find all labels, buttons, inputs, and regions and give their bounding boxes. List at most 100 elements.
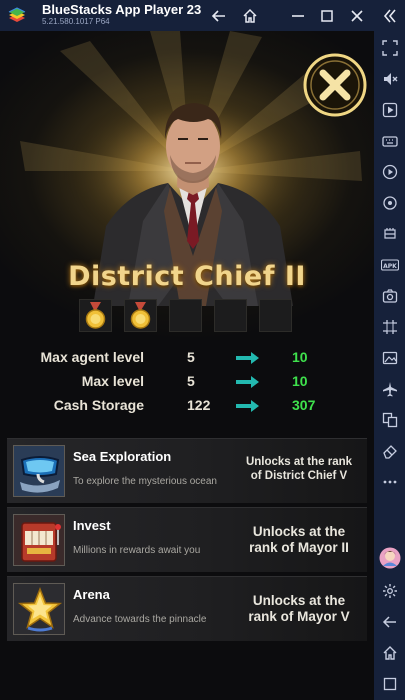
- gold-medal-icon: [85, 302, 106, 329]
- sidebar-home-button[interactable]: [378, 641, 401, 664]
- media-button[interactable]: [378, 98, 401, 121]
- fullscreen-icon: [381, 39, 398, 56]
- feature-unlock-requirement: Unlocks at the rank of Mayor II: [235, 524, 363, 556]
- stat-row: Max level 5 10: [0, 373, 374, 395]
- gear-icon: [382, 583, 397, 598]
- back-arrow-icon: [382, 615, 396, 628]
- stat-next-value: 10: [292, 373, 308, 389]
- feature-description: Advance towards the pinnacle: [73, 614, 207, 625]
- home-icon: [383, 645, 396, 660]
- sidebar-back-button[interactable]: [378, 610, 401, 633]
- rotate-button[interactable]: [378, 191, 401, 214]
- stat-next-value: 10: [292, 349, 308, 365]
- home-button[interactable]: [238, 4, 262, 28]
- eco-mode-button[interactable]: [378, 439, 401, 462]
- stat-current-value: 122: [187, 397, 211, 413]
- unlock-line: Unlocks at the rank: [245, 456, 353, 468]
- game-controls-button[interactable]: [378, 222, 401, 245]
- gold-medal-icon: [130, 302, 151, 329]
- stat-label: Max level: [81, 373, 144, 389]
- feature-card-sea-exploration[interactable]: Sea Exploration To explore the mysteriou…: [7, 438, 367, 503]
- profile-avatar-button[interactable]: [378, 546, 401, 569]
- crop-icon: [382, 319, 397, 334]
- unlock-line: rank of Mayor V: [248, 609, 350, 625]
- rotate-icon: [382, 195, 397, 210]
- close-window-button[interactable]: [345, 4, 369, 28]
- gamepad-icon: [383, 227, 396, 239]
- keyboard-icon: [381, 135, 398, 147]
- medal-slot-1: [79, 299, 112, 332]
- multi-window-icon: [382, 412, 397, 427]
- right-arrow-icon: [236, 352, 259, 364]
- unlock-line: rank of Mayor II: [249, 540, 349, 556]
- back-arrow-icon: [211, 10, 225, 22]
- unlock-line: Unlocks at the: [252, 593, 346, 608]
- image-icon: [382, 351, 397, 364]
- multi-instance-button[interactable]: [378, 408, 401, 431]
- volume-button[interactable]: [378, 67, 401, 90]
- crop-button[interactable]: [378, 315, 401, 338]
- more-dots-icon: [383, 480, 396, 483]
- stat-current-value: 5: [187, 349, 195, 365]
- feature-card-arena[interactable]: Arena Advance towards the pinnacle Unloc…: [7, 576, 367, 641]
- slot-machine-icon: [13, 514, 65, 566]
- diving-mask-icon: [13, 445, 65, 497]
- macro-button[interactable]: [378, 160, 401, 183]
- camera-icon: [382, 288, 397, 303]
- airplane-icon: [382, 381, 397, 396]
- stat-row: Max agent level 5 10: [0, 349, 374, 371]
- bluestacks-sidebar: APK: [374, 31, 405, 700]
- home-icon: [243, 8, 257, 23]
- minimize-button[interactable]: [286, 4, 310, 28]
- minimize-icon: [292, 15, 304, 17]
- medal-slot-2: [124, 299, 157, 332]
- avatar-icon: [379, 547, 400, 568]
- back-button[interactable]: [207, 4, 231, 28]
- more-options-button[interactable]: [378, 470, 401, 493]
- stat-next-value: 307: [292, 397, 316, 413]
- maximize-icon: [321, 10, 333, 22]
- airplane-mode-button[interactable]: [378, 377, 401, 400]
- play-store-icon: [382, 102, 397, 117]
- bluestacks-logo-icon: [8, 7, 26, 22]
- medal-slot-3: [169, 299, 202, 332]
- settings-button[interactable]: [378, 579, 401, 602]
- stat-label: Max agent level: [40, 349, 145, 365]
- svg-text:APK: APK: [383, 263, 397, 270]
- close-icon: [351, 10, 363, 22]
- apk-icon: APK: [380, 258, 399, 271]
- feature-unlock-requirement: Unlocks at the rank of District Chief V: [235, 456, 363, 484]
- fullscreen-button[interactable]: [378, 36, 401, 59]
- app-title: BlueStacks App Player 23: [42, 2, 202, 17]
- mute-icon: [383, 72, 397, 85]
- unlock-line: of District Chief V: [250, 469, 348, 482]
- record-icon: [382, 164, 397, 179]
- right-arrow-icon: [236, 400, 259, 412]
- unlock-line: Unlocks at the: [252, 524, 346, 539]
- feature-title: Invest: [73, 518, 111, 533]
- rank-upgrade-screen: District Chief II Max agent level 5 10 M…: [0, 31, 374, 700]
- maximize-button[interactable]: [315, 4, 339, 28]
- medal-slot-4: [214, 299, 247, 332]
- feature-title: Sea Exploration: [73, 449, 172, 464]
- gold-star-icon: [13, 583, 65, 635]
- keyboard-button[interactable]: [378, 129, 401, 152]
- apk-button[interactable]: APK: [378, 253, 401, 276]
- feature-description: Millions in rewards await you: [73, 545, 201, 556]
- stat-label: Cash Storage: [53, 397, 144, 413]
- collapse-sidebar-button[interactable]: [378, 4, 402, 28]
- recent-apps-icon: [383, 677, 396, 690]
- gallery-button[interactable]: [378, 346, 401, 369]
- recent-apps-button[interactable]: [378, 672, 401, 695]
- screenshot-button[interactable]: [378, 284, 401, 307]
- feature-unlock-requirement: Unlocks at the rank of Mayor V: [235, 593, 363, 625]
- medal-slot-5: [259, 299, 292, 332]
- app-version: 5.21.580.1017 P64: [42, 17, 110, 26]
- eraser-icon: [382, 444, 397, 459]
- title-bar: BlueStacks App Player 23 5.21.580.1017 P…: [0, 0, 405, 31]
- feature-card-invest[interactable]: Invest Millions in rewards await you Unl…: [7, 507, 367, 572]
- stat-row: Cash Storage 122 307: [0, 397, 374, 419]
- close-button[interactable]: [302, 52, 368, 118]
- feature-description: To explore the mysterious ocean: [73, 476, 217, 487]
- double-chevron-left-icon: [383, 9, 396, 23]
